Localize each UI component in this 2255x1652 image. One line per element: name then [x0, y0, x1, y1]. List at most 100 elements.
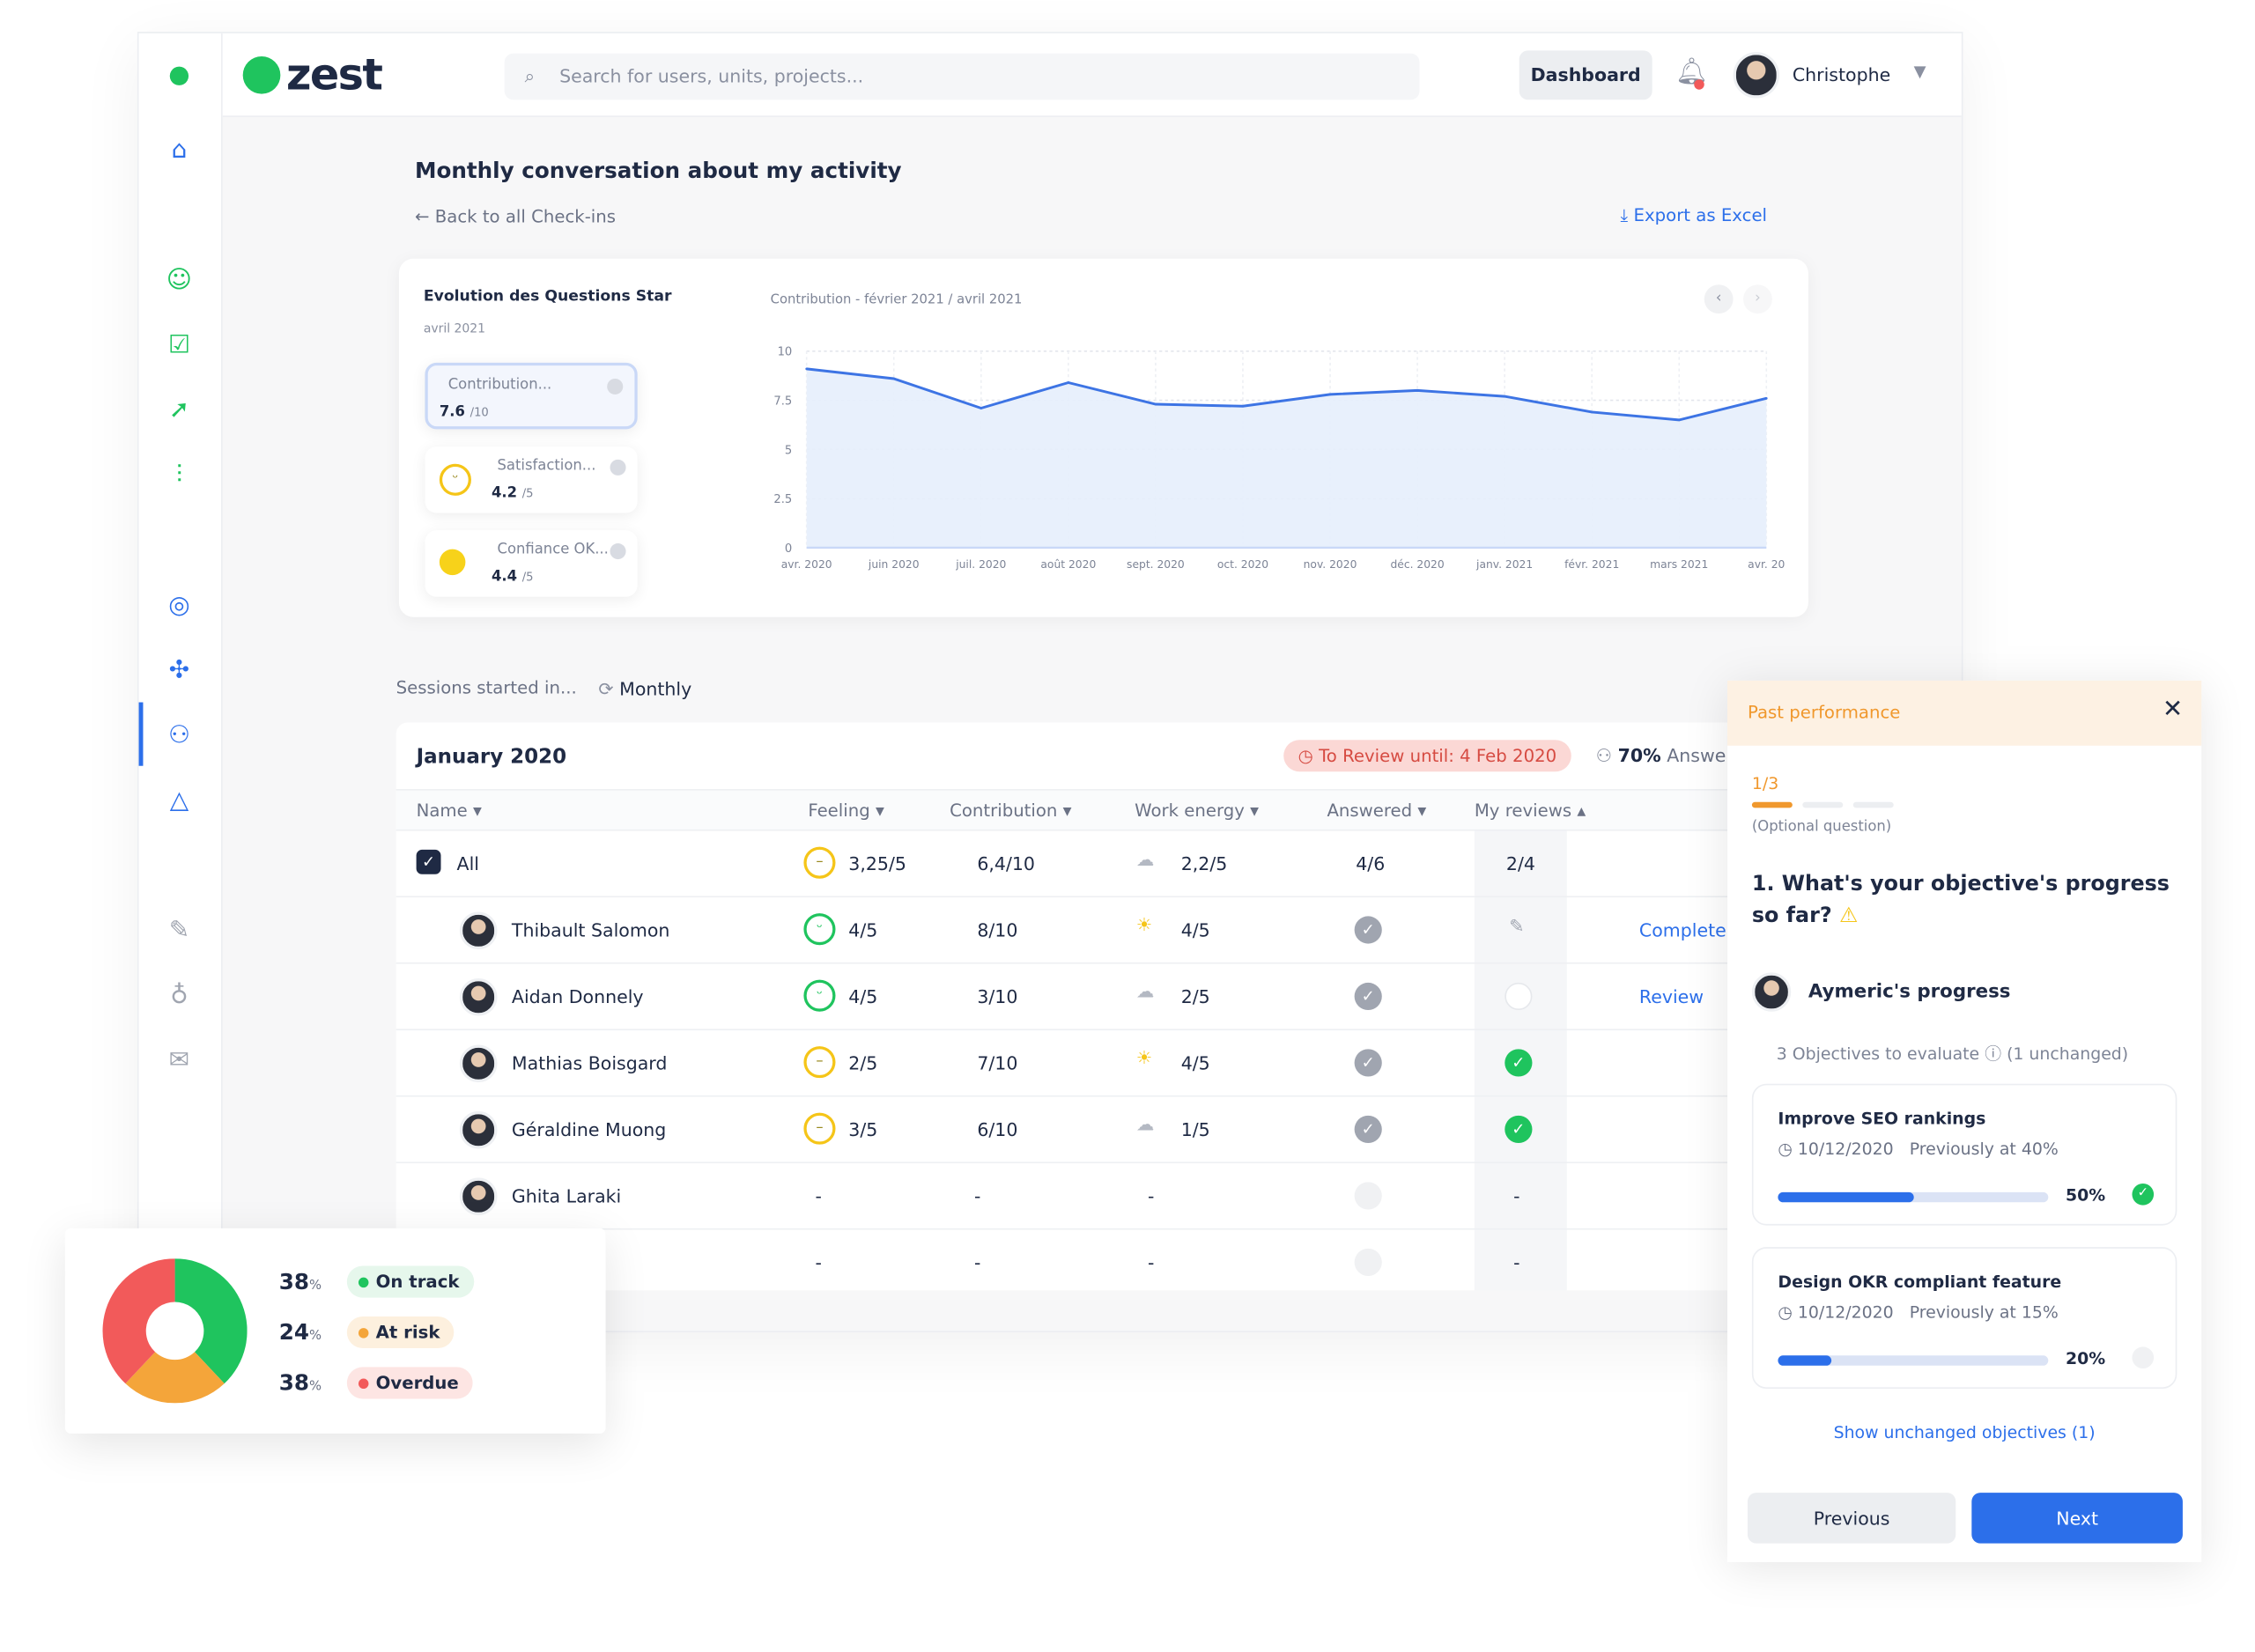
avatar [459, 1044, 498, 1083]
smiley-icon[interactable]: ☺ [163, 264, 195, 296]
stars-date: avril 2021 [423, 321, 486, 337]
sessions-label: Sessions started in... [396, 677, 577, 698]
stars-title: Evolution des Questions Star [423, 287, 672, 306]
help-icon[interactable]: ⓘ [1985, 1044, 2001, 1064]
rain-cloud-icon: ☁ [1135, 848, 1155, 870]
table-row-all: ✓ All – 3,25/5 6,4/10 ☁ 2,2/5 4/6 2/4 [396, 829, 1842, 896]
status-percent: 38% [278, 1369, 322, 1397]
row-name: Thibault Salomon [511, 918, 670, 941]
table-row[interactable]: Géraldine Muong –3/5 6/10 ☁ 1/5 ✓ ✓ [396, 1095, 1842, 1162]
lightbulb-icon[interactable]: ♁ [163, 980, 195, 1012]
edit-icon[interactable]: ✎ [163, 915, 195, 947]
row-action-link[interactable]: Review [1639, 985, 1704, 1007]
chart-next-button[interactable]: › [1743, 284, 1772, 314]
next-button[interactable]: Next [1971, 1493, 2183, 1544]
data-point [1590, 410, 1593, 414]
col-name[interactable]: Name ▾ [417, 800, 482, 821]
mail-icon[interactable]: ✉ [163, 1044, 195, 1076]
avatar [459, 1177, 498, 1216]
row-reviews: - [1513, 1251, 1520, 1273]
score-label: Confiance OK... [497, 542, 609, 558]
avatar [459, 1110, 498, 1149]
col-feeling[interactable]: Feeling ▾ [808, 800, 884, 821]
done-check-icon: ✓ [2132, 1183, 2155, 1206]
download-icon: ⤓ [1620, 205, 1629, 225]
table-row[interactable]: vie---- [396, 1228, 1842, 1294]
back-link[interactable]: ← Back to all Check-ins [415, 207, 616, 227]
row-feeling: 3,25/5 [848, 852, 906, 874]
target-arrow-icon[interactable]: ➚ [163, 395, 195, 426]
x-tick-label: avr. 20 [1748, 558, 1785, 571]
users-icon: ⚇ [1595, 744, 1613, 766]
close-icon[interactable]: ✕ [2163, 695, 2183, 724]
data-point [1328, 393, 1332, 396]
data-point [892, 377, 896, 380]
dashboard-button[interactable]: Dashboard [1519, 50, 1652, 100]
x-tick-label: juil. 2020 [955, 558, 1006, 571]
home-icon[interactable]: ⌂ [163, 135, 195, 166]
row-action-link[interactable]: Complete [1639, 919, 1726, 941]
sliders-icon[interactable]: ⫶ [163, 460, 195, 491]
y-tick-label: 7.5 [773, 395, 792, 408]
col-answered[interactable]: Answered ▾ [1327, 800, 1426, 821]
x-tick-label: janv. 2021 [1475, 558, 1533, 571]
table-row[interactable]: Mathias Boisgard –2/5 7/10 ☀ 4/5 ✓ ✓ [396, 1029, 1842, 1095]
step-bar [1852, 801, 1894, 808]
star-icon[interactable] [607, 378, 624, 395]
check-square-icon[interactable]: ☑ [163, 329, 195, 361]
notification-dot [1694, 79, 1704, 90]
export-excel-link[interactable]: ⤓ Export as Excel [1621, 205, 1767, 227]
review-deadline-badge: ◷ To Review until: 4 Feb 2020 [1283, 740, 1571, 772]
answered-check-icon: ✓ [1354, 1049, 1382, 1077]
previous-button[interactable]: Previous [1747, 1493, 1956, 1544]
sun-cloud-icon [439, 549, 466, 576]
col-my-reviews[interactable]: My reviews ▴ [1475, 800, 1586, 821]
x-tick-label: oct. 2020 [1217, 558, 1268, 571]
objective-card[interactable]: Design OKR compliant feature ◷ 10/12/2020… [1751, 1247, 2177, 1390]
score-card-contribution[interactable]: Contribution... 7.6 /10 [425, 362, 638, 430]
frequency-selector[interactable]: ⟳ Monthly [598, 678, 691, 700]
show-unchanged-link[interactable]: Show unchanged objectives (1) [1727, 1422, 2201, 1442]
bell-shape-icon[interactable]: △ [163, 785, 195, 816]
table-row[interactable]: Thibault Salomon ᵕ 4/5 8/10 ☀ 4/5 ✓ ✎ Complete [396, 896, 1842, 962]
data-point [1764, 397, 1768, 400]
arrow-left-icon: ← [414, 206, 430, 227]
user-avatar[interactable] [1733, 52, 1780, 99]
row-feeling: 4/5 [848, 918, 878, 941]
row-feeling: - [815, 1251, 822, 1273]
weather-icon: ☀ [1135, 1046, 1153, 1068]
objectives-summary: 3 Objectives to evaluate ⓘ (1 unchanged) [1776, 1043, 2129, 1064]
y-tick-label: 0 [785, 542, 792, 556]
score-card-confiance[interactable]: Confiance OK... 4.4 /5 [425, 530, 638, 597]
col-work-energy[interactable]: Work energy ▾ [1135, 800, 1259, 821]
star-icon[interactable] [610, 543, 626, 560]
star-icon[interactable] [610, 459, 626, 476]
chevron-down-icon[interactable]: ▼ [1914, 63, 1926, 81]
search-input[interactable]: ⌕ Search for users, units, projects... [504, 53, 1420, 100]
table-row[interactable]: Aidan Donnely ᵕ 4/5 3/10 ☁ 2/5 ✓ Review [396, 962, 1842, 1029]
col-contribution[interactable]: Contribution ▾ [950, 800, 1071, 821]
objective-progress-bar[interactable] [1778, 1355, 2049, 1366]
bullseye-icon[interactable]: ◎ [163, 590, 195, 622]
chart-prev-button[interactable]: ‹ [1704, 284, 1734, 314]
row-energy: 2/5 [1180, 985, 1210, 1007]
user-name[interactable]: Christophe [1793, 63, 1890, 85]
status-percent: 38% [278, 1268, 322, 1295]
row-feeling: 3/5 [848, 1118, 878, 1140]
logo[interactable]: zest [242, 50, 383, 101]
pencil-icon[interactable]: ✎ [1509, 915, 1524, 937]
objective-card[interactable]: Improve SEO rankings ◷ 10/12/2020 Previou… [1751, 1083, 2177, 1226]
objective-progress-bar[interactable] [1778, 1191, 2049, 1203]
select-all-checkbox[interactable]: ✓ [416, 849, 441, 874]
puzzle-icon[interactable]: ✣ [163, 654, 195, 686]
objective-meta: ◷ 10/12/2020 Previously at 15% [1778, 1302, 2059, 1323]
score-card-satisfaction[interactable]: ᵕ Satisfaction... 4.2 /5 [425, 446, 638, 513]
logo-icon: ● [168, 60, 190, 90]
row-energy: - [1147, 1251, 1155, 1273]
table-row[interactable]: Ghita Laraki - - - - [396, 1162, 1842, 1228]
review-empty-icon[interactable] [1505, 982, 1533, 1011]
users-icon[interactable]: ⚇ [163, 719, 195, 751]
person-avatar [1751, 972, 1792, 1012]
table-header: Name ▾ Feeling ▾ Contribution ▾ Work ene… [396, 788, 1842, 830]
row-contribution: - [974, 1184, 981, 1207]
